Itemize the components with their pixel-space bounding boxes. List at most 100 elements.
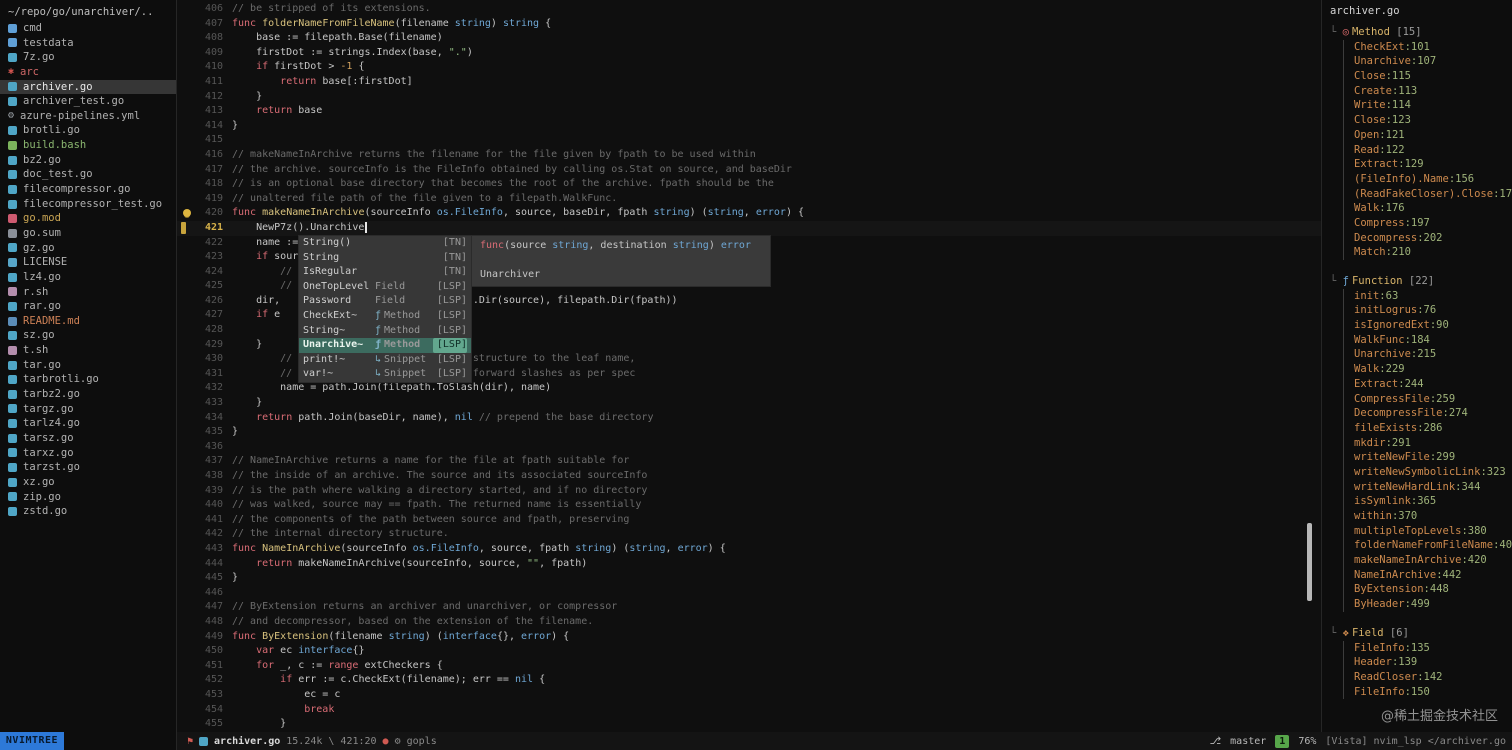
code-line-417[interactable]: 417 // the archive. sourceInfo is the Fil… (177, 163, 1321, 178)
vista-item-multipleTopLevels[interactable]: multipleTopLevels:380 (1343, 523, 1512, 539)
code-line-418[interactable]: 418 // is an optional base directory that… (177, 177, 1321, 192)
vista-item-Write[interactable]: Write:114 (1343, 98, 1512, 114)
vista-item-FileInfo[interactable]: FileInfo:135 (1343, 640, 1512, 656)
completion-popup[interactable]: String() [TN] String [TN] IsRegular [TN] OneTo… (298, 235, 472, 383)
completion-item-String[interactable]: String [TN] (299, 251, 471, 266)
tree-item-tarlz4.go[interactable]: tarlz4.go (0, 416, 176, 431)
code-line-454[interactable]: 454 break (177, 703, 1321, 718)
code-line-453[interactable]: 453 ec = c (177, 688, 1321, 703)
tree-item-go.mod[interactable]: go.mod (0, 211, 176, 226)
editor-scrollbar[interactable] (1307, 523, 1312, 601)
code-line-415[interactable]: 415 (177, 133, 1321, 148)
completion-item-OneTopLevel[interactable]: OneTopLevel Field [LSP] (299, 280, 471, 295)
vista-item-Unarchive[interactable]: Unarchive:215 (1343, 347, 1512, 363)
tree-item-sz.go[interactable]: sz.go (0, 328, 176, 343)
code-line-406[interactable]: 406 // be stripped of its extensions. (177, 2, 1321, 17)
completion-item-Password[interactable]: Password Field [LSP] (299, 294, 471, 309)
code-line-455[interactable]: 455 } (177, 717, 1321, 732)
tree-item-go.sum[interactable]: go.sum (0, 226, 176, 241)
vista-item-Extract[interactable]: Extract:129 (1343, 157, 1512, 172)
completion-item-CheckExt[interactable]: CheckExt~ ƒ Method [LSP] (299, 309, 471, 324)
tree-item-xz.go[interactable]: xz.go (0, 475, 176, 490)
code-line-412[interactable]: 412 } (177, 90, 1321, 105)
code-line-440[interactable]: 440 // was walked, source may == fpath. T… (177, 498, 1321, 513)
vista-item-writeNewSymbolicLink[interactable]: writeNewSymbolicLink:323 (1343, 464, 1512, 480)
code-line-443[interactable]: 443 func NameInArchive(sourceInfo os.File… (177, 542, 1321, 557)
vista-item-Close[interactable]: Close:123 (1343, 113, 1512, 128)
vista-item-ReadCloser[interactable]: ReadCloser:142 (1343, 669, 1512, 685)
vista-item-mkdir[interactable]: mkdir:291 (1343, 435, 1512, 451)
code-line-434[interactable]: 434 return path.Join(baseDir, name), nil… (177, 411, 1321, 426)
tree-item-zstd.go[interactable]: zstd.go (0, 504, 176, 519)
code-line-436[interactable]: 436 (177, 440, 1321, 455)
tree-item-filecompressor.go[interactable]: filecompressor.go (0, 182, 176, 197)
tree-item-archiver.go[interactable]: archiver.go (0, 79, 176, 95)
code-line-420[interactable]: 420 func makeNameInArchive(sourceInfo os.… (177, 206, 1321, 221)
completion-item-String[interactable]: String() [TN] (299, 236, 471, 251)
code-line-408[interactable]: 408 base := filepath.Base(filename) (177, 31, 1321, 46)
tree-item-targz.go[interactable]: targz.go (0, 402, 176, 417)
code-line-442[interactable]: 442 // the internal directory structure. (177, 527, 1321, 542)
tree-item-LICENSE[interactable]: LICENSE (0, 255, 176, 270)
code-line-437[interactable]: 437 // NameInArchive returns a name for t… (177, 454, 1321, 469)
code-line-414[interactable]: 414} (177, 119, 1321, 134)
tree-item-7z.go[interactable]: 7z.go (0, 50, 176, 65)
code-line-438[interactable]: 438 // the inside of an archive. The sour… (177, 469, 1321, 484)
completion-item-var[interactable]: var!~ ↳ Snippet [LSP] (299, 367, 471, 382)
code-line-452[interactable]: 452 if err := c.CheckExt(filename); err … (177, 673, 1321, 688)
vista-item-makeNameInArchive[interactable]: makeNameInArchive:420 (1343, 553, 1512, 568)
vista-section-header[interactable]: └ ❖ Field [6] (1322, 626, 1512, 641)
code-line-444[interactable]: 444 return makeNameInArchive(sourceInfo,… (177, 557, 1321, 572)
tree-item-README.md[interactable]: README.md (0, 314, 176, 329)
code-line-450[interactable]: 450 var ec interface{} (177, 644, 1321, 659)
tree-item-t.sh[interactable]: t.sh (0, 343, 176, 358)
completion-item-Unarchive[interactable]: Unarchive~ ƒ Method [LSP] (299, 338, 471, 353)
vista-item-NameInArchive[interactable]: NameInArchive:442 (1343, 567, 1512, 583)
tree-item-tarzst.go[interactable]: tarzst.go (0, 460, 176, 475)
vista-item-FileInfo[interactable]: FileInfo:150 (1343, 684, 1512, 700)
vista-item-isIgnoredExt[interactable]: isIgnoredExt:90 (1343, 318, 1512, 333)
code-line-409[interactable]: 409 firstDot := strings.Index(base, ".") (177, 46, 1321, 61)
code-line-419[interactable]: 419 // unaltered file path of the file gi… (177, 192, 1321, 207)
vista-item-Read[interactable]: Read:122 (1343, 142, 1512, 158)
tree-item-doc_test.go[interactable]: doc_test.go (0, 167, 176, 182)
tree-item-azure-pipelines.yml[interactable]: ⚙ azure-pipelines.yml (0, 109, 176, 124)
vista-item-Extract[interactable]: Extract:244 (1343, 376, 1512, 392)
tree-item-rar.go[interactable]: rar.go (0, 299, 176, 314)
code-line-416[interactable]: 416 // makeNameInArchive returns the file… (177, 148, 1321, 163)
code-line-411[interactable]: 411 return base[:firstDot] (177, 75, 1321, 90)
code-line-445[interactable]: 445} (177, 571, 1321, 586)
vista-item-fileExists[interactable]: fileExists:286 (1343, 420, 1512, 436)
vista-item-init[interactable]: init:63 (1343, 288, 1512, 304)
tree-item-gz.go[interactable]: gz.go (0, 241, 176, 256)
editor-panel[interactable]: 406 // be stripped of its extensions. 407 f… (177, 0, 1321, 732)
tree-item-tarxz.go[interactable]: tarxz.go (0, 446, 176, 461)
vista-item-writeNewFile[interactable]: writeNewFile:299 (1343, 450, 1512, 465)
code-line-432[interactable]: 432 name = path.Join(filepath.ToSlash(di… (177, 381, 1321, 396)
tree-item-cmd[interactable]: cmd (0, 21, 176, 36)
vista-section-header[interactable]: └ ◎ Method [15] (1322, 25, 1512, 40)
tree-item-r.sh[interactable]: r.sh (0, 285, 176, 300)
vista-section-header[interactable]: └ ƒ Function [22] (1322, 274, 1512, 289)
code-line-433[interactable]: 433 } (177, 396, 1321, 411)
vista-item-CheckExt[interactable]: CheckExt:101 (1343, 39, 1512, 55)
code-line-421[interactable]: 421 NewP7z().Unarchive (177, 220, 1321, 236)
vista-item-Create[interactable]: Create:113 (1343, 83, 1512, 99)
code-line-447[interactable]: 447 // ByExtension returns an archiver an… (177, 600, 1321, 615)
vista-item-Compress[interactable]: Compress:197 (1343, 215, 1512, 231)
completion-item-print[interactable]: print!~ ↳ Snippet [LSP] (299, 353, 471, 368)
tree-item-filecompressor_test.go[interactable]: filecompressor_test.go (0, 197, 176, 212)
tree-item-tar.go[interactable]: tar.go (0, 358, 176, 373)
tree-item-tarbz2.go[interactable]: tarbz2.go (0, 387, 176, 402)
tree-item-zip.go[interactable]: zip.go (0, 490, 176, 505)
tree-item-lz4.go[interactable]: lz4.go (0, 270, 176, 285)
tree-item-build.bash[interactable]: build.bash (0, 138, 176, 153)
vista-item-Walk[interactable]: Walk:229 (1343, 362, 1512, 377)
vista-item-within[interactable]: within:370 (1343, 509, 1512, 524)
code-line-446[interactable]: 446 (177, 586, 1321, 601)
vista-item-initLogrus[interactable]: initLogrus:76 (1343, 303, 1512, 319)
vista-item-ByExtension[interactable]: ByExtension:448 (1343, 582, 1512, 598)
tree-item-tarsz.go[interactable]: tarsz.go (0, 431, 176, 446)
vista-item-Decompress[interactable]: Decompress:202 (1343, 230, 1512, 246)
vista-item-Header[interactable]: Header:139 (1343, 655, 1512, 670)
